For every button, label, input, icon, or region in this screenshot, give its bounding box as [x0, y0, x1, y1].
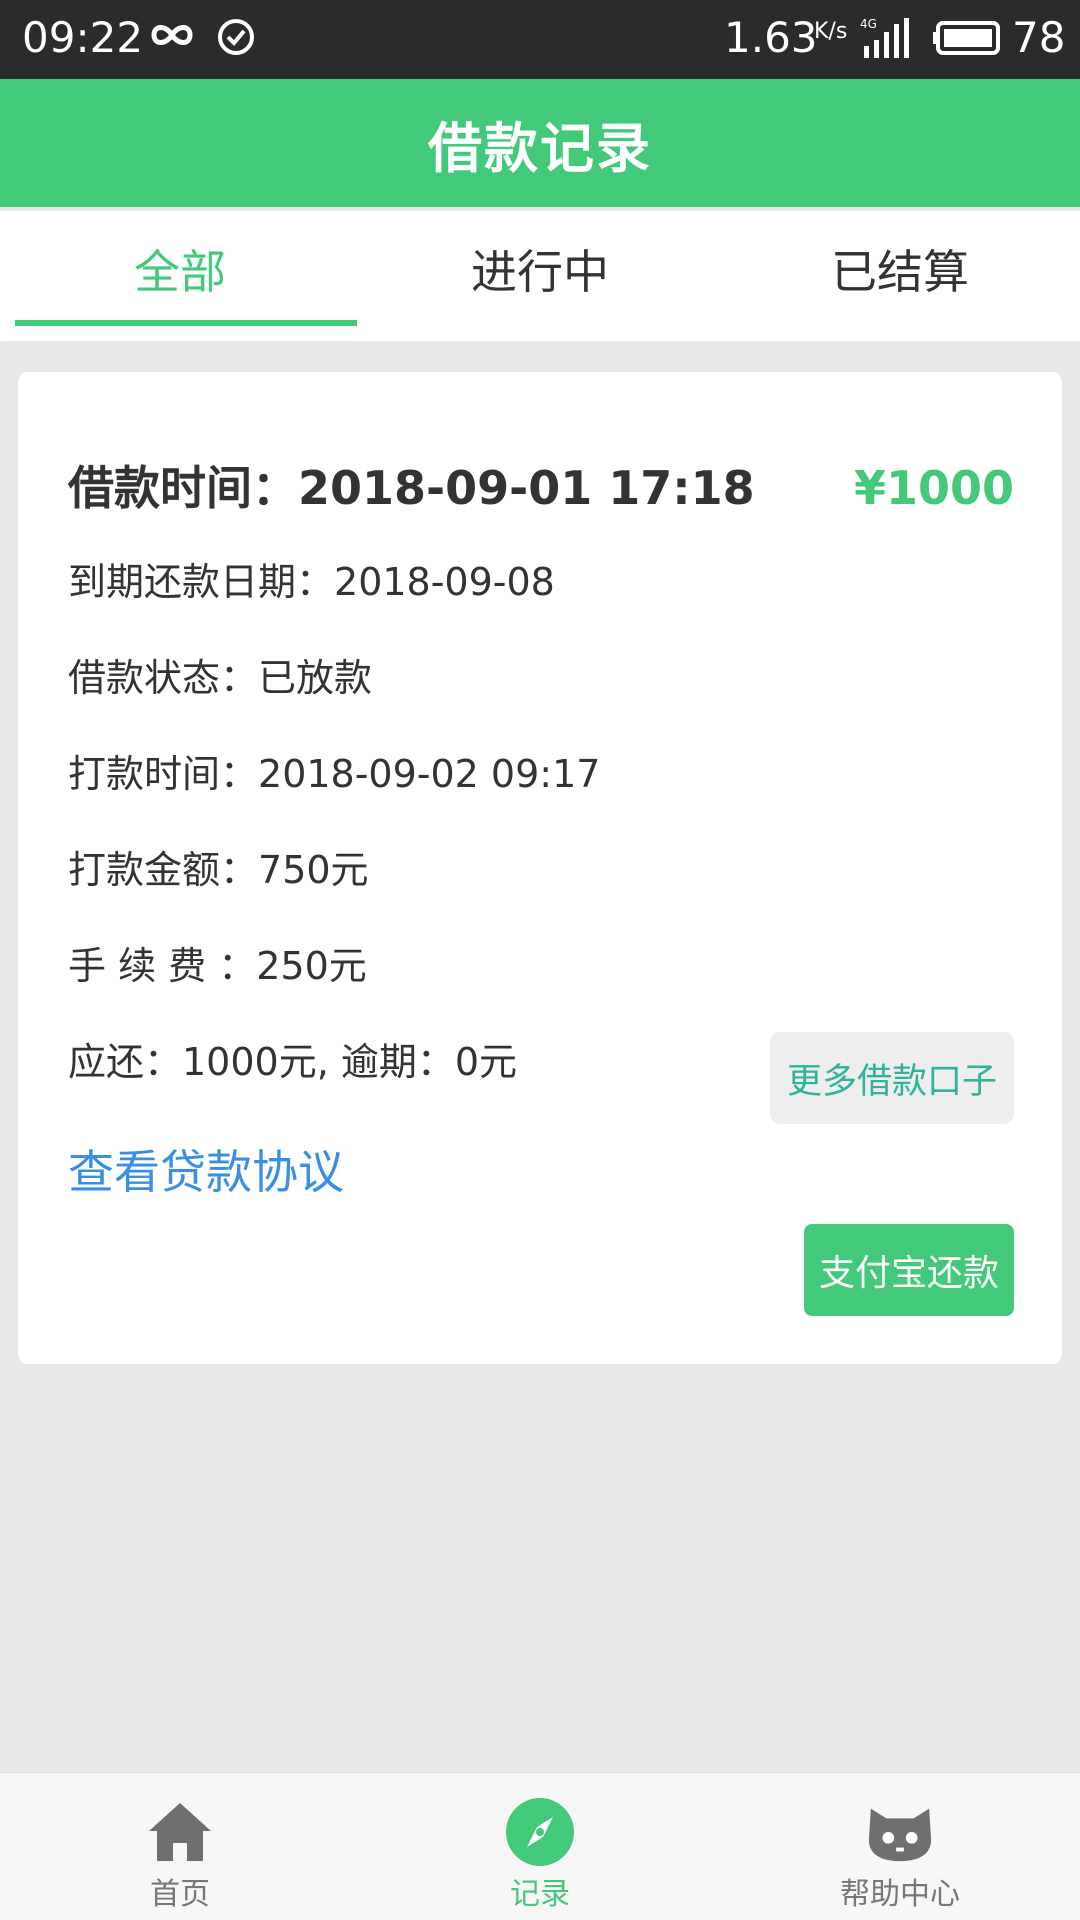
- pay-time-label: 打款时间：: [68, 752, 259, 796]
- bottom-nav: 首页 记录 帮助中心: [0, 1772, 1080, 1920]
- nav-records[interactable]: 记录: [360, 1773, 720, 1920]
- check-circle-icon: [216, 17, 256, 61]
- pay-amount-value: 750元: [258, 848, 369, 892]
- due-date-label: 到期还款日期：: [68, 560, 335, 604]
- borrow-time-value: 2018-09-01 17:18: [298, 461, 755, 515]
- loan-record-card: 借款时间：2018-09-01 17:18 ¥1000 到期还款日期：2018-…: [18, 372, 1062, 1364]
- alipay-repay-button[interactable]: 支付宝还款: [804, 1224, 1014, 1316]
- battery-icon: [932, 20, 1002, 60]
- tab-in-progress[interactable]: 进行中: [360, 211, 720, 341]
- view-agreement-link[interactable]: 查看贷款协议: [68, 1140, 344, 1204]
- nav-home-label: 首页: [150, 1877, 210, 1912]
- nav-home[interactable]: 首页: [0, 1773, 360, 1920]
- nav-records-label: 记录: [510, 1877, 570, 1912]
- nav-help-label: 帮助中心: [840, 1877, 960, 1912]
- pay-amount-row: 打款金额：750元: [68, 842, 369, 898]
- loan-amount: ¥1000: [853, 461, 1014, 515]
- fee-label: 手 续 费 ：: [68, 944, 257, 988]
- fee-value: 250元: [256, 944, 367, 988]
- cat-face-icon: [865, 1797, 935, 1867]
- signal-icon: 4G: [860, 16, 920, 64]
- loan-status-value: 已放款: [258, 656, 373, 700]
- infinity-icon: [148, 20, 196, 54]
- borrow-time-row: 借款时间：2018-09-01 17:18: [68, 456, 755, 520]
- page-title: 借款记录: [428, 116, 652, 180]
- status-time: 09:22: [22, 13, 144, 62]
- app-header: 借款记录: [0, 79, 1080, 207]
- due-amount-row: 应还：1000元, 逾期：0元: [68, 1040, 518, 1084]
- pay-time-value: 2018-09-02 09:17: [258, 752, 601, 796]
- nav-help-center[interactable]: 帮助中心: [720, 1773, 1080, 1920]
- more-loans-button[interactable]: 更多借款口子: [770, 1032, 1014, 1124]
- battery-level: 78: [1012, 13, 1066, 62]
- network-speed-unit: K/s: [814, 19, 848, 44]
- screen: 09:22 1.63 K/s 4G 78 借款记录 全部 进行中 已结算 借款时…: [0, 0, 1080, 1920]
- borrow-time-label: 借款时间：: [68, 461, 298, 515]
- tab-all[interactable]: 全部: [0, 211, 360, 341]
- network-speed: 1.63: [724, 13, 818, 62]
- due-date-row: 到期还款日期：2018-09-08: [68, 554, 555, 610]
- compass-icon: [505, 1797, 575, 1867]
- loan-status-label: 借款状态：: [68, 656, 259, 700]
- svg-text:4G: 4G: [860, 17, 877, 31]
- loan-status-row: 借款状态：已放款: [68, 650, 372, 706]
- fee-row: 手 续 费 ：250元: [68, 938, 367, 994]
- due-date-value: 2018-09-08: [334, 560, 555, 604]
- home-icon: [145, 1797, 215, 1867]
- pay-amount-label: 打款金额：: [68, 848, 259, 892]
- status-bar: 09:22 1.63 K/s 4G 78: [0, 0, 1080, 79]
- tab-bar: 全部 进行中 已结算: [0, 211, 1080, 341]
- tab-settled[interactable]: 已结算: [720, 211, 1080, 341]
- pay-time-row: 打款时间：2018-09-02 09:17: [68, 746, 600, 802]
